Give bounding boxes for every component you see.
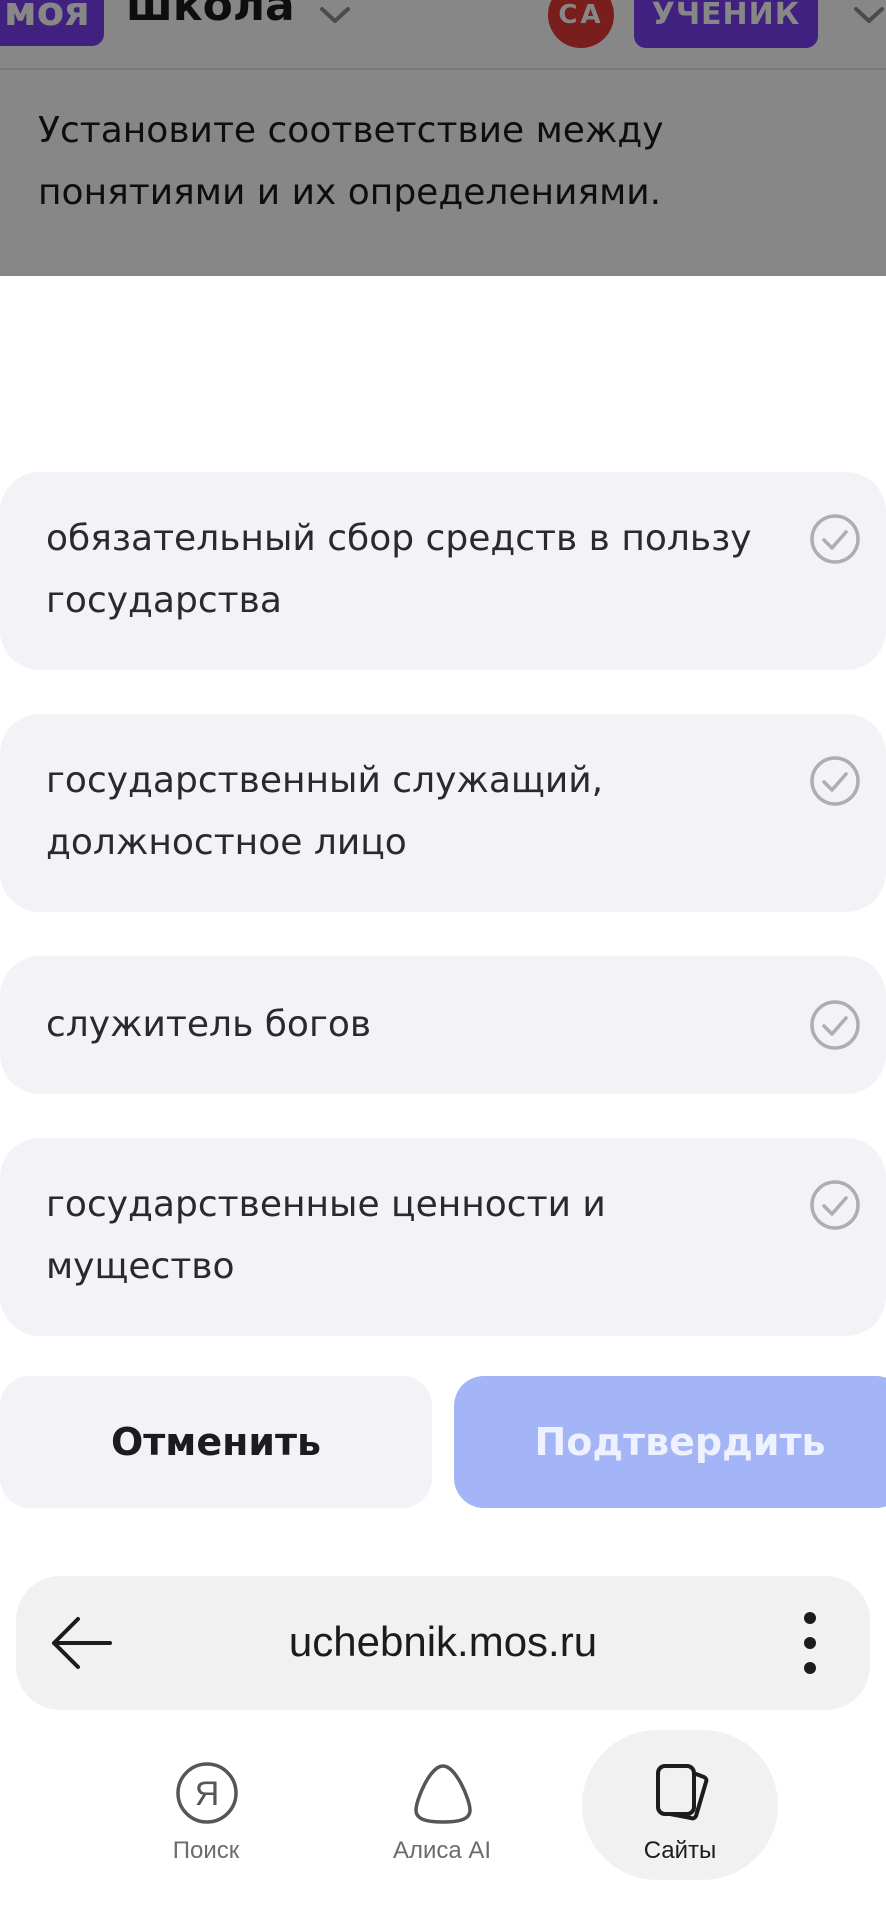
tab-search[interactable]: Я Поиск [108,1730,304,1880]
tab-label: Алиса AI [392,1837,492,1864]
confirm-button[interactable]: Подтвердить [454,1376,886,1508]
option-label: служитель богов [46,1004,372,1045]
alice-icon [414,1764,472,1824]
more-vertical-icon[interactable] [790,1606,830,1680]
option-label: государственный служащий, должностное ли… [46,760,604,863]
check-circle-icon [810,1180,860,1230]
url-address[interactable]: uchebnik.mos.ru [16,1614,870,1670]
background-page: моя школа СА УЧЕНИК Установите соответст… [0,0,886,276]
option-item[interactable]: обязательный сбор средств в пользу госуд… [0,472,886,670]
option-item[interactable]: государственные ценности и мущество [0,1138,886,1336]
browser-tab-bar: Я Поиск Алиса AI Сайты [0,1730,886,1920]
check-circle-icon [810,514,860,564]
option-label: обязательный сбор средств в пользу госуд… [46,518,752,621]
yandex-search-icon: Я [176,1762,238,1824]
check-circle-icon [810,1000,860,1050]
sites-icon [656,1764,709,1821]
option-item[interactable]: служитель богов [0,956,886,1094]
tab-label: Сайты [643,1837,717,1864]
tab-label: Поиск [172,1837,240,1864]
tab-sites[interactable]: Сайты [582,1730,778,1880]
modal-dim-overlay[interactable] [0,0,886,276]
option-label: государственные ценности и мущество [46,1184,606,1287]
check-circle-icon [810,756,860,806]
tab-alice[interactable]: Алиса AI [344,1730,540,1880]
option-item[interactable]: государственный служащий, должностное ли… [0,714,886,912]
cancel-button[interactable]: Отменить [0,1376,432,1508]
browser-url-bar[interactable]: uchebnik.mos.ru [16,1576,870,1710]
svg-text:Я: Я [195,1775,220,1813]
